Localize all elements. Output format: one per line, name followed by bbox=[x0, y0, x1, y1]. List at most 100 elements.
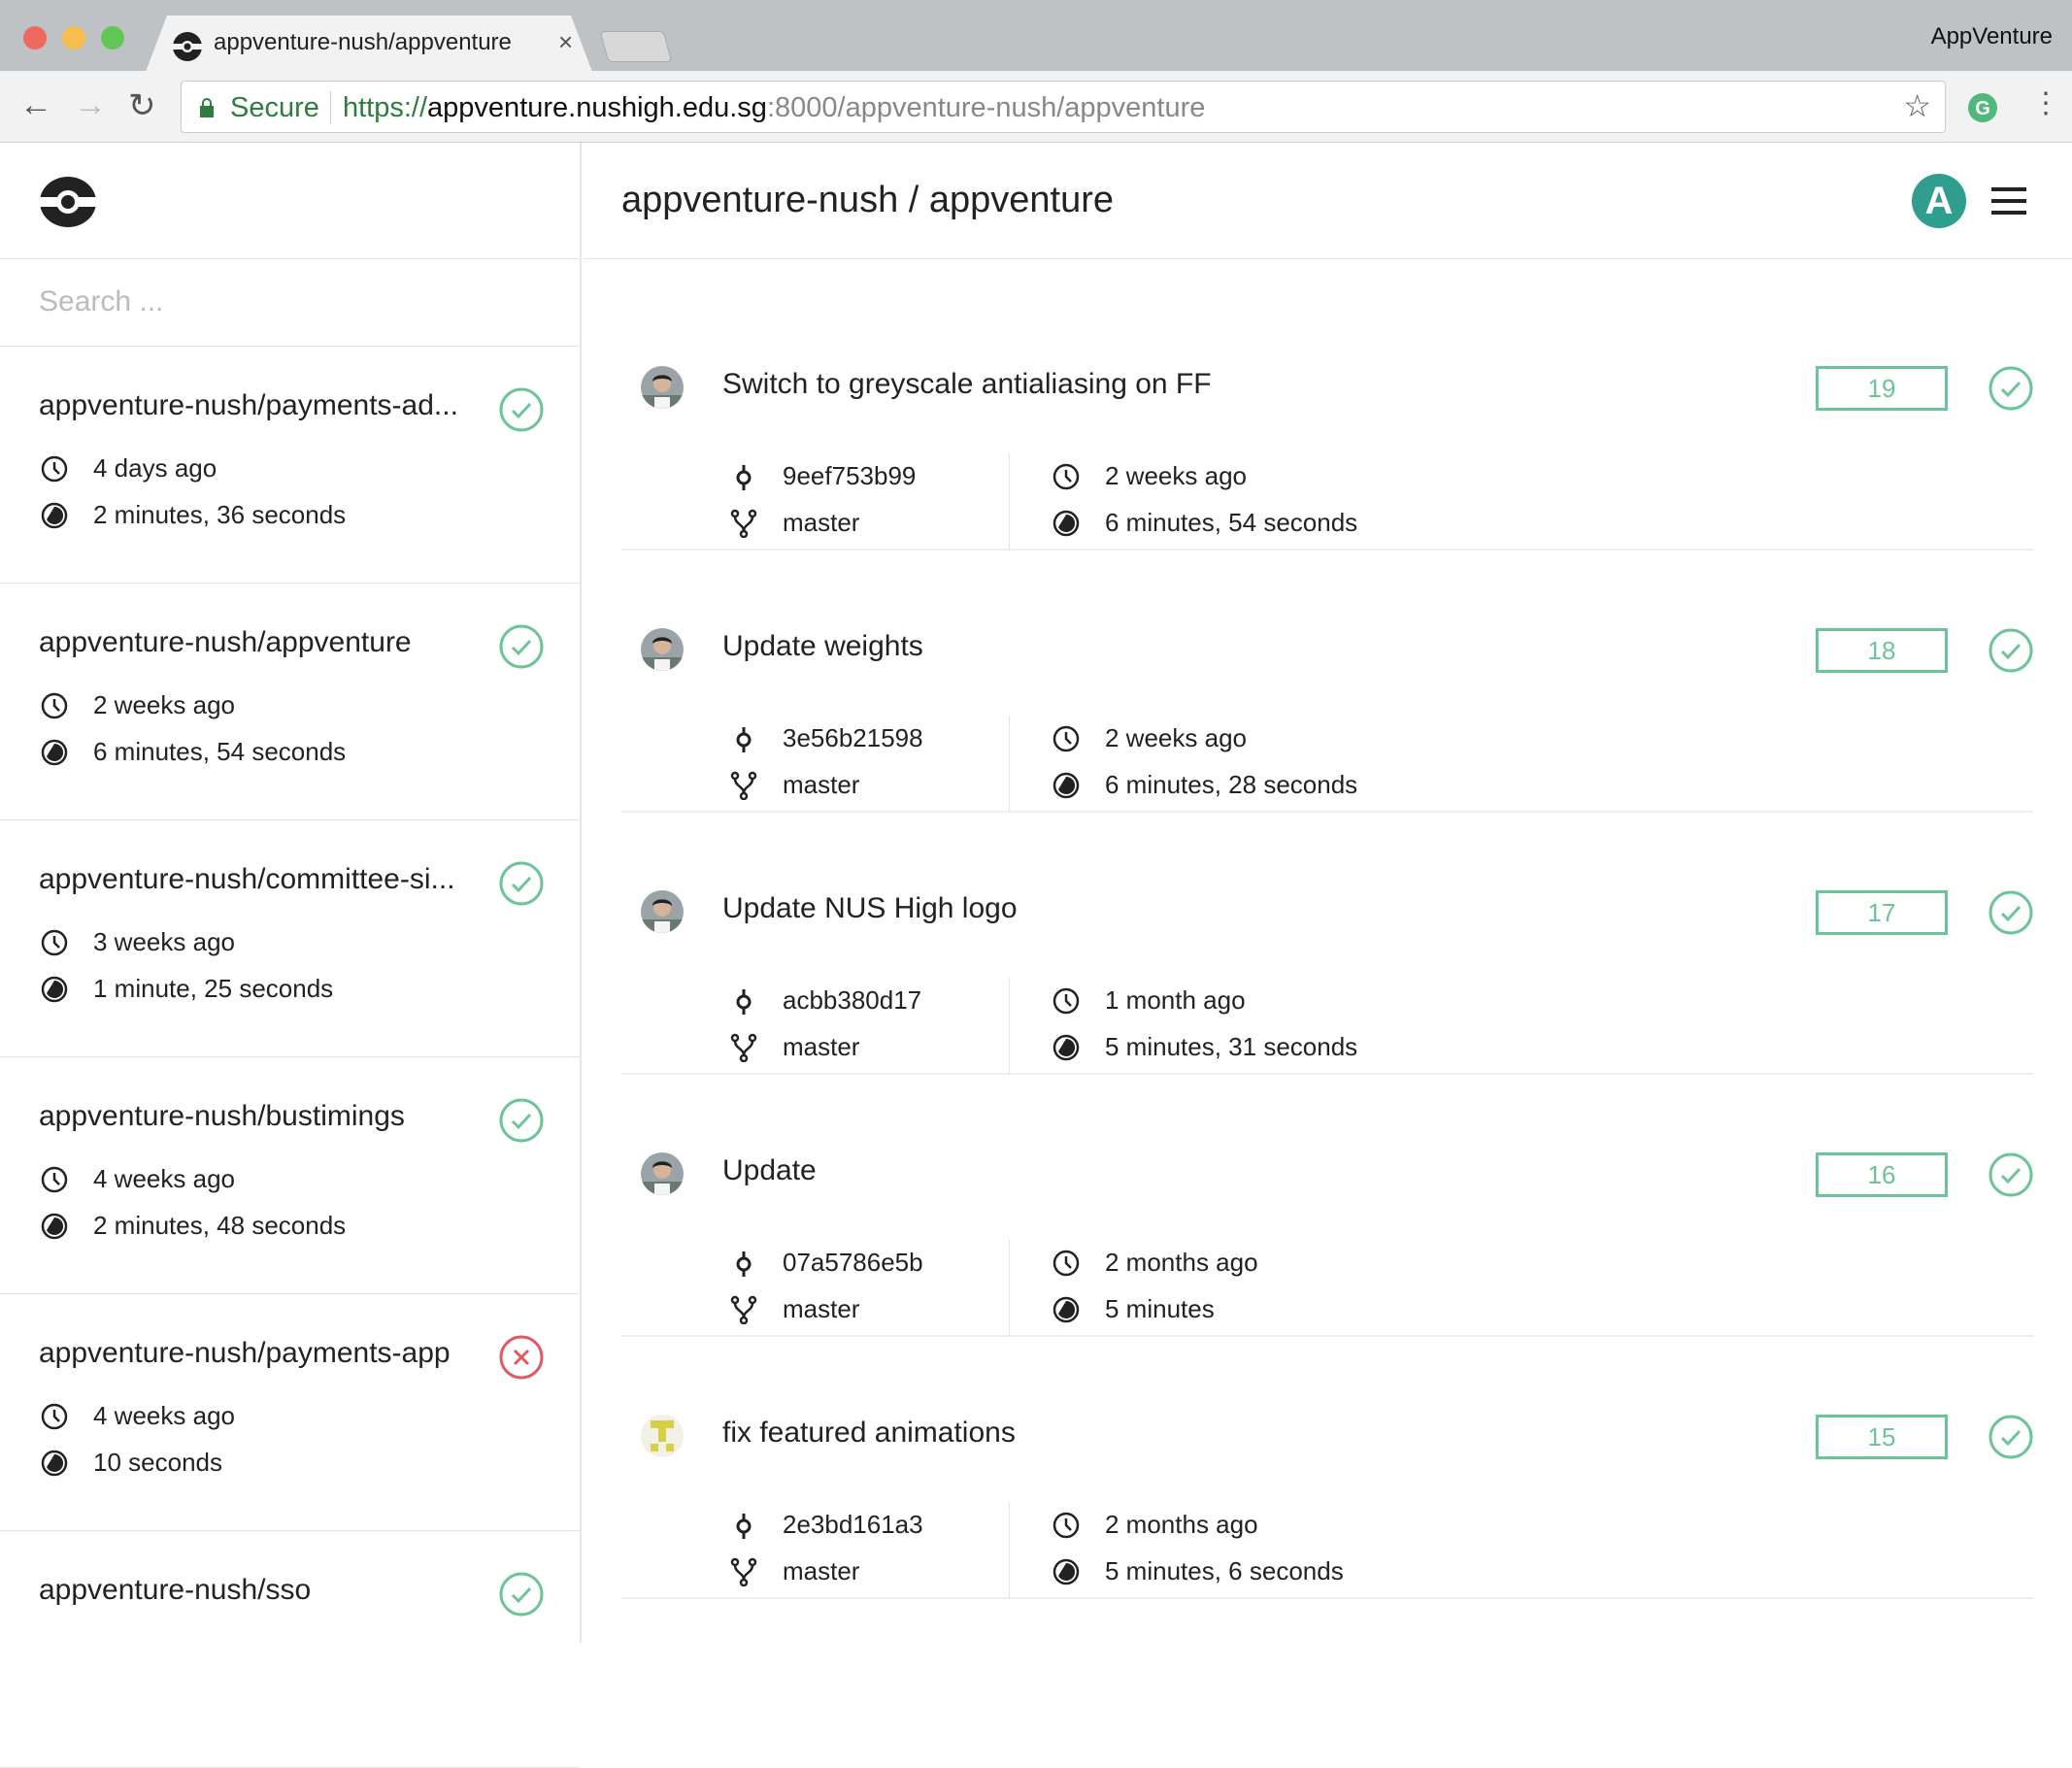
repo-name: appventure-nush/payments-app bbox=[39, 1337, 451, 1369]
browser-tab-bar: appventure-nush/appventure × AppVenture bbox=[0, 0, 2072, 72]
new-tab-button[interactable] bbox=[599, 31, 673, 62]
duration-icon bbox=[41, 502, 68, 528]
browser-tab[interactable]: appventure-nush/appventure × bbox=[146, 16, 592, 72]
build-commit-message: Update weights bbox=[722, 630, 923, 662]
build-row[interactable]: fix featured animations 15 2e3bd161a3 ma… bbox=[621, 1337, 2033, 1599]
commit-hash[interactable]: 9eef753b99 bbox=[783, 461, 916, 491]
bookmark-star-icon[interactable]: ☆ bbox=[1903, 87, 1931, 124]
sidebar-repo-item[interactable]: appventure-nush/payments-app 4 weeks ago… bbox=[0, 1294, 580, 1531]
build-commit-message: Switch to greyscale antialiasing on FF bbox=[722, 368, 1212, 400]
appventure-logo-icon[interactable] bbox=[39, 176, 97, 228]
commit-hash[interactable]: 3e56b21598 bbox=[783, 723, 923, 753]
commit-hash[interactable]: 07a5786e5b bbox=[783, 1248, 923, 1278]
build-duration: 5 minutes, 6 seconds bbox=[1105, 1556, 1344, 1585]
success-status-icon bbox=[1988, 890, 2033, 935]
branch-name: master bbox=[783, 1294, 860, 1323]
repo-last-build-time: 2 weeks ago bbox=[93, 690, 235, 719]
maximize-window-button[interactable] bbox=[101, 26, 124, 50]
build-row[interactable]: Switch to greyscale antialiasing on FF 1… bbox=[621, 288, 2033, 550]
duration-icon bbox=[41, 1213, 68, 1239]
search-input[interactable] bbox=[39, 259, 541, 345]
success-status-icon bbox=[1988, 366, 2033, 411]
build-number-badge[interactable]: 15 bbox=[1816, 1415, 1948, 1459]
build-time: 1 month ago bbox=[1105, 985, 1246, 1015]
minimize-window-button[interactable] bbox=[62, 26, 85, 50]
build-commit-message: Update NUS High logo bbox=[722, 892, 1018, 924]
grammarly-extension-icon[interactable]: G bbox=[1967, 92, 1998, 123]
clock-icon bbox=[1053, 1250, 1080, 1276]
build-row[interactable]: Update NUS High logo 17 acbb380d17 maste… bbox=[621, 813, 2033, 1075]
duration-icon bbox=[1053, 772, 1080, 798]
address-bar-row: ← → ↻ Secure https://appventure.nushigh.… bbox=[0, 71, 2072, 143]
reload-icon[interactable]: ↻ bbox=[128, 86, 156, 125]
branch-icon bbox=[730, 771, 757, 800]
sidebar-repo-item[interactable]: appventure-nush/payments-ad... 4 days ag… bbox=[0, 347, 580, 584]
profile-name: AppVenture bbox=[1930, 23, 2053, 50]
clock-icon bbox=[1053, 1512, 1080, 1538]
duration-icon bbox=[1053, 1296, 1080, 1322]
forward-icon[interactable]: → bbox=[74, 86, 107, 124]
branch-icon bbox=[730, 509, 757, 538]
branch-name: master bbox=[783, 508, 860, 537]
clock-icon bbox=[41, 929, 68, 955]
clock-icon bbox=[1053, 725, 1080, 751]
sidebar-repo-item[interactable]: appventure-nush/appventure 2 weeks ago 6… bbox=[0, 584, 580, 820]
browser-menu-icon[interactable]: ⋮ bbox=[2031, 86, 2060, 120]
sidebar-repo-item[interactable]: appventure-nush/bustimings 4 weeks ago 2… bbox=[0, 1057, 580, 1294]
user-avatar[interactable]: A bbox=[1912, 174, 1966, 228]
branch-icon bbox=[730, 1557, 757, 1586]
clock-icon bbox=[41, 692, 68, 718]
commit-hash[interactable]: 2e3bd161a3 bbox=[783, 1510, 923, 1540]
build-commit-message: fix featured animations bbox=[722, 1417, 1016, 1449]
duration-icon bbox=[41, 1450, 68, 1476]
repo-name: appventure-nush/sso bbox=[39, 1574, 312, 1606]
repo-name: appventure-nush/bustimings bbox=[39, 1100, 405, 1132]
svg-text:G: G bbox=[1975, 98, 1990, 119]
build-duration: 5 minutes, 31 seconds bbox=[1105, 1032, 1358, 1061]
sidebar: appventure-nush/payments-ad... 4 days ag… bbox=[0, 143, 582, 1768]
commit-icon bbox=[736, 988, 752, 1015]
build-number-badge[interactable]: 19 bbox=[1816, 366, 1948, 411]
build-duration: 6 minutes, 54 seconds bbox=[1105, 508, 1358, 537]
commit-icon bbox=[736, 464, 752, 490]
clock-icon bbox=[1053, 463, 1080, 489]
success-status-icon bbox=[499, 387, 544, 432]
branch-name: master bbox=[783, 1032, 860, 1061]
build-row[interactable]: Update weights 18 3e56b21598 master 2 we… bbox=[621, 550, 2033, 813]
repo-last-build-time: 4 weeks ago bbox=[93, 1401, 235, 1430]
lock-icon bbox=[200, 98, 214, 117]
build-row[interactable]: Update 16 07a5786e5b master 2 months ago… bbox=[621, 1075, 2033, 1337]
author-avatar bbox=[641, 366, 684, 409]
close-window-button[interactable] bbox=[23, 26, 47, 50]
build-number-badge[interactable]: 18 bbox=[1816, 628, 1948, 673]
build-time: 2 weeks ago bbox=[1105, 461, 1247, 490]
repo-name: appventure-nush/payments-ad... bbox=[39, 389, 458, 421]
close-tab-icon[interactable]: × bbox=[558, 27, 573, 57]
url-field[interactable]: Secure https://appventure.nushigh.edu.sg… bbox=[181, 81, 1946, 133]
success-status-icon bbox=[499, 624, 544, 669]
sidebar-repo-item[interactable]: appventure-nush/committee-si... 3 weeks … bbox=[0, 820, 580, 1057]
secure-label: Secure bbox=[230, 92, 319, 123]
build-time: 2 months ago bbox=[1105, 1248, 1258, 1277]
author-avatar bbox=[641, 1415, 684, 1457]
main-content: appventure-nush / appventure A Switch to… bbox=[584, 143, 2072, 1643]
duration-icon bbox=[41, 739, 68, 765]
duration-icon bbox=[1053, 510, 1080, 536]
build-number-badge[interactable]: 17 bbox=[1816, 890, 1948, 935]
repo-build-duration: 2 minutes, 48 seconds bbox=[93, 1211, 347, 1240]
repo-last-build-time: 3 weeks ago bbox=[93, 927, 235, 956]
page-title: appventure-nush / appventure bbox=[621, 180, 1115, 220]
repo-build-duration: 2 minutes, 36 seconds bbox=[93, 500, 347, 529]
duration-icon bbox=[41, 976, 68, 1002]
build-duration: 5 minutes bbox=[1105, 1294, 1215, 1323]
hamburger-menu-icon[interactable] bbox=[1991, 187, 2026, 215]
repo-build-duration: 6 minutes, 54 seconds bbox=[93, 737, 347, 766]
url-path: :8000/appventure-nush/appventure bbox=[766, 92, 1206, 123]
commit-hash[interactable]: acbb380d17 bbox=[783, 985, 921, 1016]
repo-build-duration: 1 minute, 25 seconds bbox=[93, 974, 334, 1003]
branch-icon bbox=[730, 1033, 757, 1062]
build-number-badge[interactable]: 16 bbox=[1816, 1152, 1948, 1197]
sidebar-repo-item[interactable]: appventure-nush/sso bbox=[0, 1531, 580, 1768]
back-icon[interactable]: ← bbox=[19, 86, 52, 124]
commit-icon bbox=[736, 1251, 752, 1277]
